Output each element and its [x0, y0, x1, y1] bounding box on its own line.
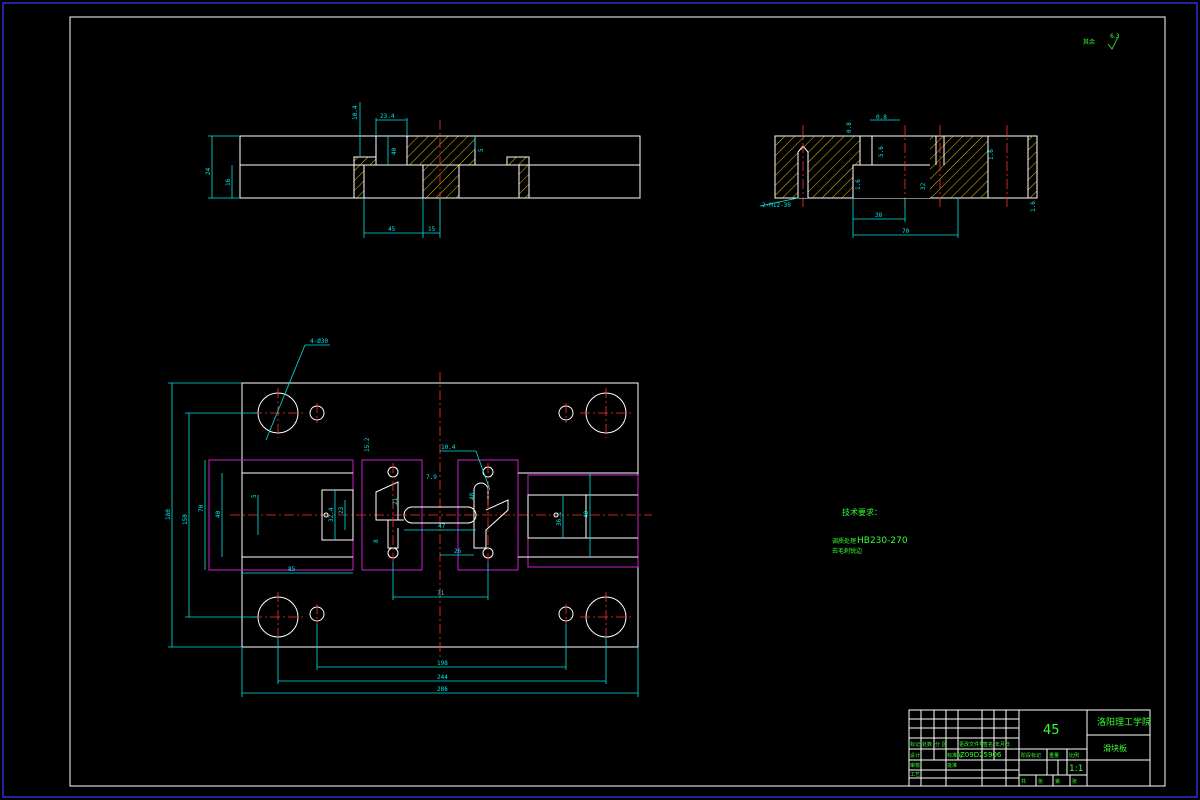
title-block: 标记 处数 分 区 更改文件号 签名 年月日 设计 标准化 审核 工艺 批准 Z… — [908, 709, 1151, 787]
svg-text:5: 5 — [251, 494, 258, 498]
tech-req-line2: 去毛刺锐边 — [832, 547, 862, 555]
hole-callout: 4-Ø30 — [310, 338, 328, 345]
svg-text:审核: 审核 — [910, 762, 920, 769]
svg-text:244: 244 — [437, 674, 448, 681]
svg-text:重量: 重量 — [1049, 752, 1059, 759]
svg-text:更改文件号: 更改文件号 — [959, 741, 984, 748]
svg-text:7.9: 7.9 — [426, 474, 437, 481]
svg-text:40: 40 — [583, 510, 590, 518]
svg-text:比例: 比例 — [1069, 752, 1079, 759]
svg-text:48: 48 — [469, 492, 476, 500]
svg-text:26: 26 — [454, 548, 462, 555]
svg-text:24: 24 — [205, 167, 212, 175]
svg-text:85: 85 — [288, 566, 296, 573]
technical-requirements: 技术要求： 调质处理 HB230-270 去毛刺锐边 — [832, 507, 908, 555]
inner-frame — [69, 16, 1166, 787]
svg-text:150: 150 — [182, 514, 189, 525]
school-name: 洛阳理工学院 — [1097, 716, 1151, 728]
svg-text:设计: 设计 — [910, 752, 920, 759]
svg-text:处数: 处数 — [922, 741, 932, 748]
tech-req-line1-value: HB230-270 — [857, 536, 908, 546]
svg-text:10.4: 10.4 — [441, 444, 456, 451]
svg-text:5: 5 — [478, 148, 485, 152]
outer-border — [2, 2, 1198, 798]
svg-text:16: 16 — [225, 178, 232, 186]
svg-text:47: 47 — [438, 523, 446, 530]
svg-text:198: 198 — [437, 660, 448, 667]
svg-text:标记: 标记 — [910, 741, 920, 748]
svg-text:286: 286 — [437, 686, 448, 693]
svg-text:70: 70 — [198, 504, 205, 512]
side-section-view: 0.8 5.6 2-M12-30 38 70 32 1.6 1.6 1.6 0.… — [759, 114, 1038, 238]
svg-text:签名: 签名 — [983, 741, 993, 748]
svg-text:分 区: 分 区 — [935, 741, 947, 748]
svg-text:15.2: 15.2 — [364, 437, 371, 452]
svg-text:共: 共 — [1021, 778, 1026, 785]
svg-text:张: 张 — [1038, 778, 1043, 785]
tech-req-line1-prefix: 调质处理 — [832, 537, 856, 545]
roughness-value: 6.3 — [1110, 33, 1120, 40]
cad-drawing-canvas: 其余 6.3 23.4 10.4 40 24 16 45 15 5 0.8 5.… — [2, 2, 1198, 798]
svg-text:180: 180 — [165, 509, 172, 520]
plan-view: 180 150 70 40 5 32.4 23 85 15.2 10.4 7.9… — [165, 338, 652, 697]
svg-text:10.4: 10.4 — [352, 105, 359, 120]
svg-text:0.8: 0.8 — [846, 122, 853, 133]
svg-text:8: 8 — [373, 539, 380, 543]
svg-text:5.6: 5.6 — [878, 146, 885, 157]
svg-text:32: 32 — [920, 182, 927, 190]
svg-text:15: 15 — [428, 226, 436, 233]
svg-text:70: 70 — [902, 228, 910, 235]
scale-value: 1:1 — [1069, 764, 1083, 774]
svg-text:1.6: 1.6 — [1030, 201, 1037, 212]
material-value: 45 — [1043, 723, 1060, 738]
svg-text:2-M12-30: 2-M12-30 — [762, 202, 791, 209]
drawing-number: Z09D25906 — [960, 751, 1002, 759]
svg-text:年月日: 年月日 — [995, 741, 1010, 748]
svg-text:1.6: 1.6 — [988, 149, 995, 160]
svg-text:45: 45 — [388, 226, 396, 233]
roughness-note: 其余 6.3 — [1083, 33, 1120, 50]
svg-text:批准: 批准 — [947, 762, 957, 769]
svg-text:40: 40 — [391, 147, 398, 155]
svg-text:其余: 其余 — [1083, 38, 1095, 46]
svg-text:23.4: 23.4 — [380, 113, 395, 120]
svg-text:40: 40 — [215, 510, 222, 518]
svg-text:工艺: 工艺 — [910, 772, 920, 778]
svg-text:32.4: 32.4 — [328, 507, 335, 522]
svg-text:23: 23 — [338, 506, 345, 514]
svg-text:38: 38 — [875, 212, 883, 219]
svg-text:1.6: 1.6 — [855, 179, 862, 190]
svg-text:阶段标记: 阶段标记 — [1021, 752, 1041, 759]
svg-text:71: 71 — [437, 590, 445, 597]
tech-req-title: 技术要求： — [842, 507, 882, 517]
top-section-view: 23.4 10.4 40 24 16 45 15 5 — [205, 102, 641, 238]
svg-text:第: 第 — [1055, 778, 1060, 785]
svg-text:0.8: 0.8 — [876, 114, 887, 121]
svg-text:21: 21 — [392, 497, 399, 505]
svg-text:张: 张 — [1072, 778, 1077, 785]
part-name: 滑块板 — [1103, 743, 1127, 753]
svg-text:36.1: 36.1 — [556, 511, 563, 526]
